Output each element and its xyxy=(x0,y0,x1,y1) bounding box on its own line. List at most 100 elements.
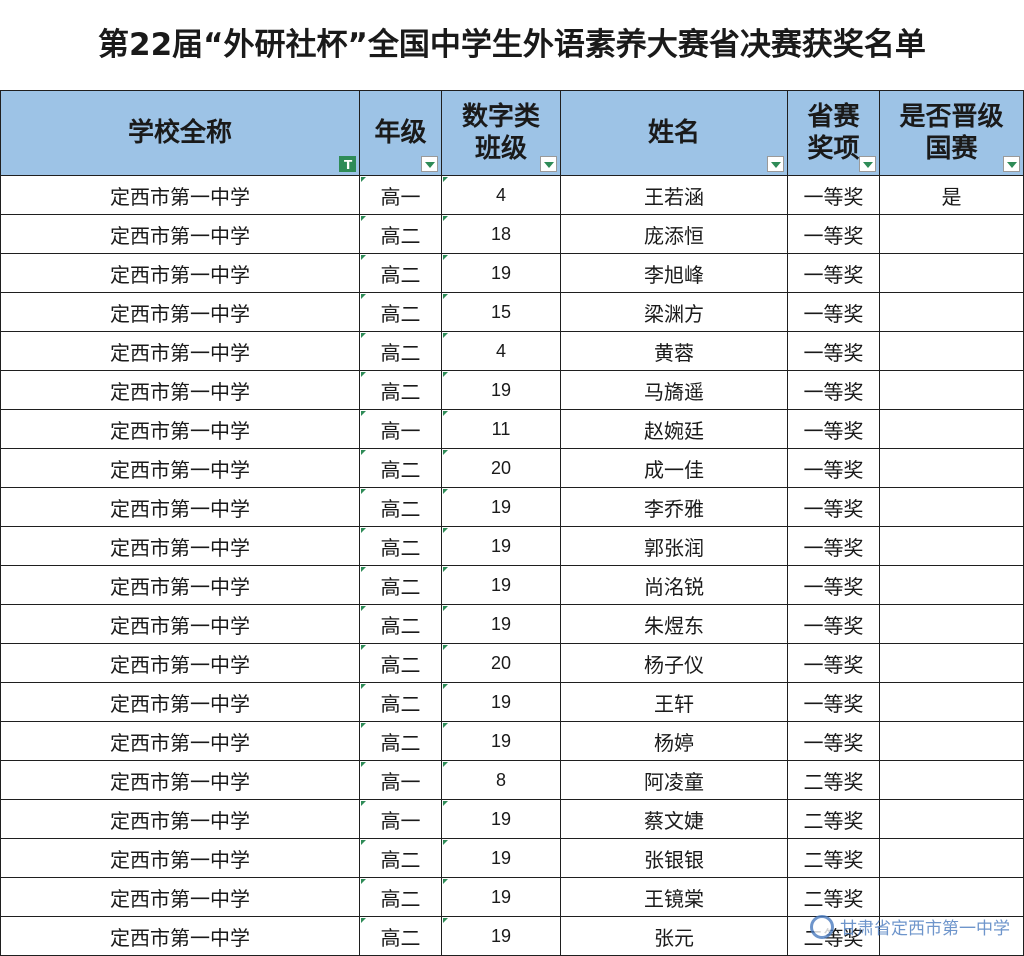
cell-school[interactable]: 定西市第一中学 xyxy=(0,448,360,488)
cell-name[interactable]: 李乔雅 xyxy=(560,487,788,527)
table-row[interactable]: 定西市第一中学 高二 15 梁渊方 一等奖 xyxy=(0,292,1024,332)
cell-school[interactable]: 定西市第一中学 xyxy=(0,370,360,410)
cell-class[interactable]: 4 xyxy=(441,175,561,215)
cell-school[interactable]: 定西市第一中学 xyxy=(0,214,360,254)
cell-class[interactable]: 19 xyxy=(441,370,561,410)
table-row[interactable]: 定西市第一中学 高一 19 蔡文婕 二等奖 xyxy=(0,799,1024,839)
table-row[interactable]: 定西市第一中学 高二 19 杨婷 一等奖 xyxy=(0,721,1024,761)
cell-name[interactable]: 王镜棠 xyxy=(560,877,788,917)
cell-school[interactable]: 定西市第一中学 xyxy=(0,877,360,917)
cell-grade[interactable]: 高一 xyxy=(359,409,442,449)
cell-name[interactable]: 李旭峰 xyxy=(560,253,788,293)
cell-name[interactable]: 杨子仪 xyxy=(560,643,788,683)
table-row[interactable]: 定西市第一中学 高二 19 张银银 二等奖 xyxy=(0,838,1024,878)
cell-school[interactable]: 定西市第一中学 xyxy=(0,604,360,644)
cell-grade[interactable]: 高二 xyxy=(359,331,442,371)
cell-school[interactable]: 定西市第一中学 xyxy=(0,526,360,566)
cell-grade[interactable]: 高二 xyxy=(359,838,442,878)
cell-name[interactable]: 成一佳 xyxy=(560,448,788,488)
cell-name[interactable]: 尚洺锐 xyxy=(560,565,788,605)
cell-school[interactable]: 定西市第一中学 xyxy=(0,916,360,956)
cell-grade[interactable]: 高一 xyxy=(359,760,442,800)
cell-advance[interactable] xyxy=(879,214,1024,254)
cell-class[interactable]: 8 xyxy=(441,760,561,800)
cell-award[interactable]: 一等奖 xyxy=(787,487,880,527)
cell-award[interactable]: 一等奖 xyxy=(787,331,880,371)
cell-class[interactable]: 19 xyxy=(441,799,561,839)
cell-award[interactable]: 一等奖 xyxy=(787,565,880,605)
cell-name[interactable]: 阿凌童 xyxy=(560,760,788,800)
cell-award[interactable]: 二等奖 xyxy=(787,877,880,917)
cell-school[interactable]: 定西市第一中学 xyxy=(0,565,360,605)
cell-award[interactable]: 一等奖 xyxy=(787,214,880,254)
cell-name[interactable]: 杨婷 xyxy=(560,721,788,761)
cell-grade[interactable]: 高一 xyxy=(359,175,442,215)
cell-class[interactable]: 18 xyxy=(441,214,561,254)
cell-class[interactable]: 19 xyxy=(441,253,561,293)
cell-grade[interactable]: 高二 xyxy=(359,526,442,566)
cell-school[interactable]: 定西市第一中学 xyxy=(0,682,360,722)
cell-advance[interactable] xyxy=(879,721,1024,761)
cell-school[interactable]: 定西市第一中学 xyxy=(0,253,360,293)
cell-award[interactable]: 一等奖 xyxy=(787,409,880,449)
table-row[interactable]: 定西市第一中学 高二 19 郭张润 一等奖 xyxy=(0,526,1024,566)
cell-advance[interactable] xyxy=(879,253,1024,293)
cell-advance[interactable] xyxy=(879,682,1024,722)
cell-grade[interactable]: 高二 xyxy=(359,292,442,332)
cell-name[interactable]: 郭张润 xyxy=(560,526,788,566)
cell-grade[interactable]: 高二 xyxy=(359,214,442,254)
cell-name[interactable]: 赵婉廷 xyxy=(560,409,788,449)
table-row[interactable]: 定西市第一中学 高二 19 王镜棠 二等奖 xyxy=(0,877,1024,917)
cell-school[interactable]: 定西市第一中学 xyxy=(0,643,360,683)
filter-dropdown-icon[interactable] xyxy=(1003,156,1020,172)
cell-name[interactable]: 梁渊方 xyxy=(560,292,788,332)
cell-name[interactable]: 王轩 xyxy=(560,682,788,722)
filter-active-icon[interactable] xyxy=(339,156,356,173)
cell-grade[interactable]: 高二 xyxy=(359,565,442,605)
cell-award[interactable]: 一等奖 xyxy=(787,370,880,410)
cell-grade[interactable]: 高二 xyxy=(359,721,442,761)
table-row[interactable]: 定西市第一中学 高二 20 成一佳 一等奖 xyxy=(0,448,1024,488)
cell-grade[interactable]: 高二 xyxy=(359,448,442,488)
cell-grade[interactable]: 高二 xyxy=(359,877,442,917)
cell-grade[interactable]: 高二 xyxy=(359,916,442,956)
cell-grade[interactable]: 高一 xyxy=(359,799,442,839)
cell-school[interactable]: 定西市第一中学 xyxy=(0,487,360,527)
cell-school[interactable]: 定西市第一中学 xyxy=(0,838,360,878)
cell-award[interactable]: 一等奖 xyxy=(787,292,880,332)
cell-class[interactable]: 19 xyxy=(441,487,561,527)
cell-advance[interactable] xyxy=(879,409,1024,449)
cell-award[interactable]: 一等奖 xyxy=(787,175,880,215)
cell-grade[interactable]: 高二 xyxy=(359,604,442,644)
cell-class[interactable]: 19 xyxy=(441,877,561,917)
cell-class[interactable]: 20 xyxy=(441,448,561,488)
table-row[interactable]: 定西市第一中学 高二 18 庞添恒 一等奖 xyxy=(0,214,1024,254)
cell-advance[interactable] xyxy=(879,526,1024,566)
cell-advance[interactable] xyxy=(879,448,1024,488)
cell-award[interactable]: 一等奖 xyxy=(787,682,880,722)
cell-school[interactable]: 定西市第一中学 xyxy=(0,331,360,371)
cell-advance[interactable] xyxy=(879,331,1024,371)
cell-name[interactable]: 朱煜东 xyxy=(560,604,788,644)
cell-advance[interactable]: 是 xyxy=(879,175,1024,215)
cell-award[interactable]: 一等奖 xyxy=(787,448,880,488)
cell-advance[interactable] xyxy=(879,877,1024,917)
cell-award[interactable]: 二等奖 xyxy=(787,760,880,800)
cell-grade[interactable]: 高二 xyxy=(359,253,442,293)
cell-name[interactable]: 王若涵 xyxy=(560,175,788,215)
cell-class[interactable]: 4 xyxy=(441,331,561,371)
filter-dropdown-icon[interactable] xyxy=(767,156,784,172)
table-row[interactable]: 定西市第一中学 高二 19 朱煜东 一等奖 xyxy=(0,604,1024,644)
cell-name[interactable]: 张元 xyxy=(560,916,788,956)
cell-award[interactable]: 二等奖 xyxy=(787,799,880,839)
cell-class[interactable]: 19 xyxy=(441,682,561,722)
cell-grade[interactable]: 高二 xyxy=(359,370,442,410)
table-row[interactable]: 定西市第一中学 高二 19 李乔雅 一等奖 xyxy=(0,487,1024,527)
cell-class[interactable]: 19 xyxy=(441,721,561,761)
cell-class[interactable]: 19 xyxy=(441,565,561,605)
cell-school[interactable]: 定西市第一中学 xyxy=(0,175,360,215)
cell-advance[interactable] xyxy=(879,838,1024,878)
cell-advance[interactable] xyxy=(879,370,1024,410)
table-row[interactable]: 定西市第一中学 高二 19 马旖遥 一等奖 xyxy=(0,370,1024,410)
cell-school[interactable]: 定西市第一中学 xyxy=(0,721,360,761)
